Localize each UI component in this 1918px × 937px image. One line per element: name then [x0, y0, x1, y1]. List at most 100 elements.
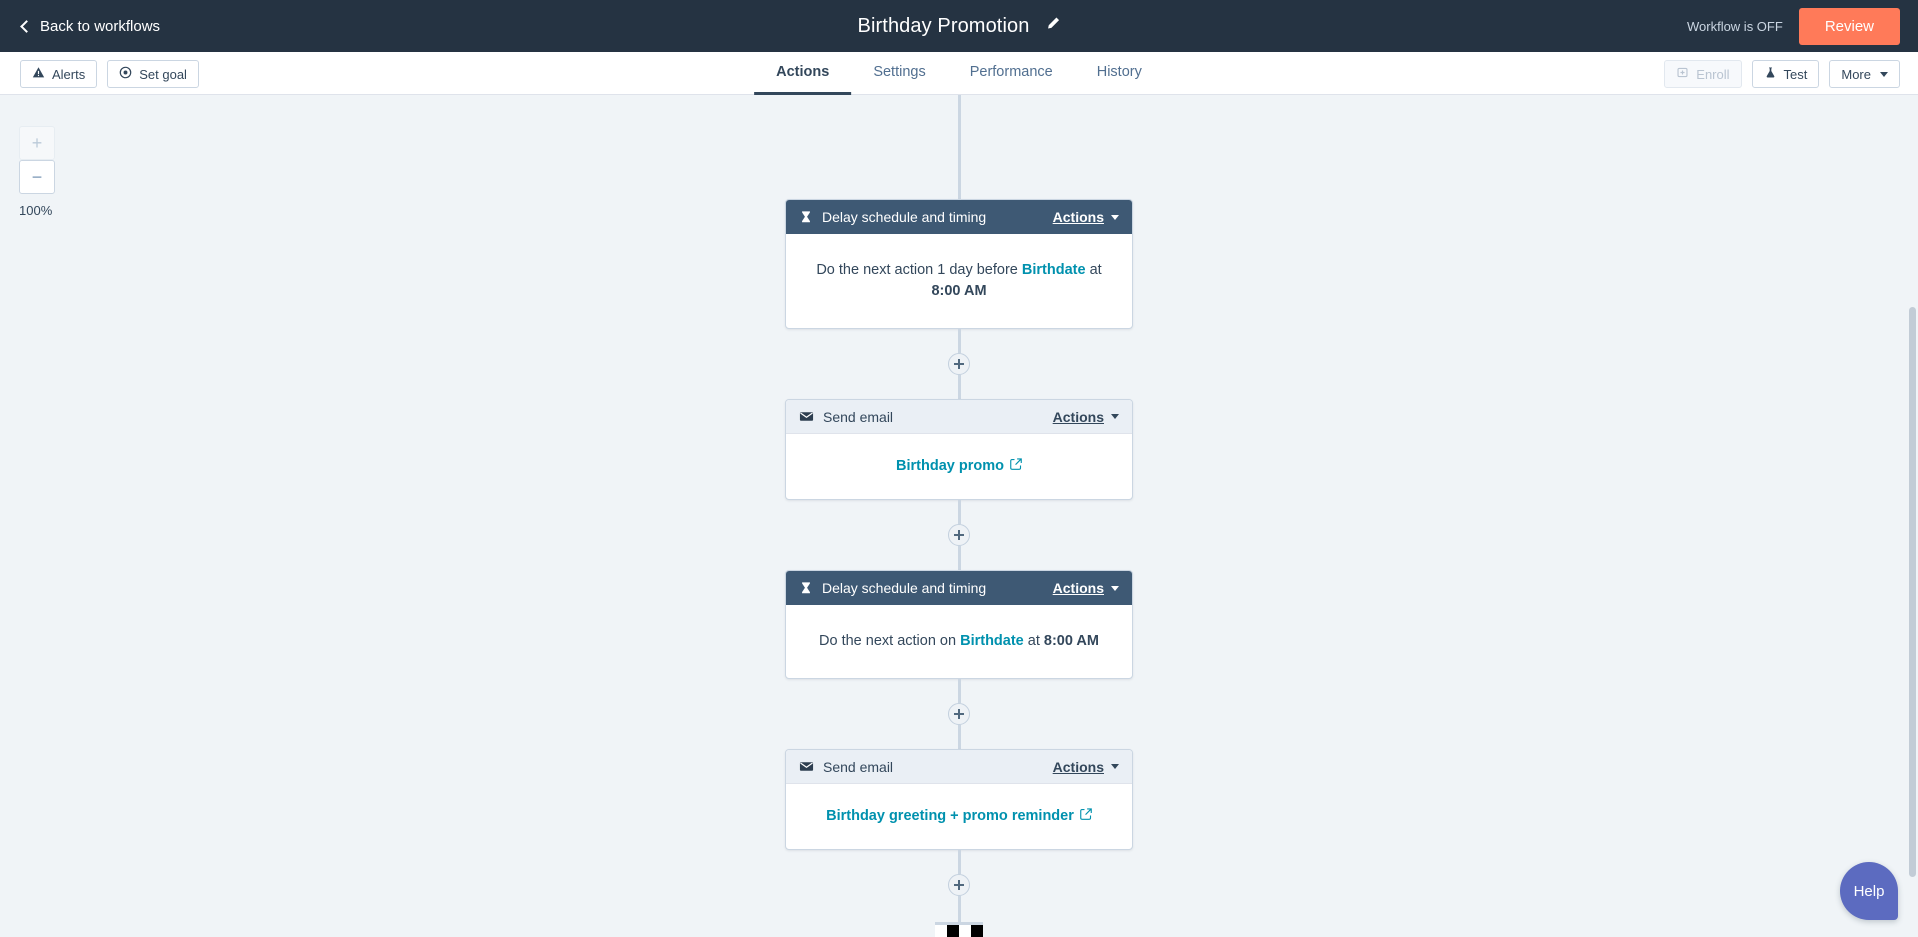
target-icon — [119, 66, 132, 82]
tab-actions[interactable]: Actions — [754, 52, 852, 95]
workflow-flow: Delay schedule and timing Actions Do the… — [783, 95, 1135, 937]
chevron-down-icon — [1880, 71, 1888, 77]
step-card-header: Delay schedule and timing Actions — [786, 200, 1132, 234]
hourglass-icon — [799, 581, 813, 595]
test-button[interactable]: Test — [1751, 60, 1820, 88]
workflow-step-card-email-2[interactable]: Send email Actions Birthday greeting + p… — [785, 749, 1133, 851]
enroll-button[interactable]: Enroll — [1664, 60, 1742, 88]
delay-property-token[interactable]: Birthdate — [1022, 262, 1086, 278]
delay-time-value: 8:00 AM — [931, 283, 987, 300]
email-asset-link[interactable]: Birthday promo — [896, 456, 1022, 477]
tab-performance[interactable]: Performance — [948, 52, 1075, 95]
pencil-icon[interactable] — [1045, 16, 1060, 36]
step-card-body: Birthday promo — [786, 434, 1132, 499]
envelope-icon — [799, 759, 814, 774]
back-to-workflows-link[interactable]: Back to workflows — [20, 17, 161, 35]
zoom-percent-label: 100% — [19, 203, 53, 218]
delay-text-prefix: Do the next action 1 day before — [816, 262, 1022, 278]
checkered-flag-icon — [935, 922, 983, 937]
warning-triangle-icon — [32, 66, 45, 82]
step-card-body: Birthday greeting + promo reminder — [786, 784, 1132, 849]
tab-history[interactable]: History — [1075, 52, 1164, 95]
step-actions-label: Actions — [1052, 408, 1104, 425]
workflow-step-card-delay-1[interactable]: Delay schedule and timing Actions Do the… — [785, 199, 1133, 330]
connector-line — [957, 546, 961, 571]
hourglass-icon — [799, 210, 813, 224]
connector-line — [957, 679, 961, 704]
more-button[interactable]: More — [1829, 60, 1900, 88]
zoom-in-button[interactable]: + — [19, 126, 55, 160]
add-step-button[interactable] — [948, 353, 970, 376]
set-goal-button[interactable]: Set goal — [107, 60, 199, 88]
step-actions-menu[interactable]: Actions — [1053, 409, 1119, 425]
step-card-header: Delay schedule and timing Actions — [786, 571, 1132, 606]
step-title: Send email — [823, 408, 894, 425]
zoom-out-button[interactable]: − — [19, 160, 55, 194]
delay-property-token[interactable]: Birthdate — [960, 633, 1024, 649]
flask-icon — [1764, 66, 1777, 82]
connector-line — [957, 329, 961, 354]
email-asset-link[interactable]: Birthday greeting + promo reminder — [826, 806, 1092, 827]
step-actions-menu[interactable]: Actions — [1053, 209, 1119, 225]
workflow-title-group: Birthday Promotion — [858, 15, 1061, 38]
zoom-controls: + − 100% — [19, 126, 55, 218]
chevron-left-icon — [20, 19, 33, 33]
connector-line — [957, 95, 961, 199]
external-link-icon — [1010, 456, 1022, 477]
tab-bar: Actions Settings Performance History — [754, 52, 1164, 95]
workflow-step-card-delay-2[interactable]: Delay schedule and timing Actions Do the… — [785, 570, 1133, 680]
external-link-icon — [1080, 806, 1092, 827]
review-button[interactable]: Review — [1798, 7, 1900, 45]
add-step-button[interactable] — [948, 524, 970, 547]
envelope-icon — [799, 409, 814, 424]
delay-text-middle: at — [1023, 633, 1044, 650]
step-actions-label: Actions — [1052, 209, 1104, 225]
workflow-status-text: Workflow is OFF — [1686, 18, 1783, 34]
delay-time-value: 8:00 AM — [1043, 633, 1099, 650]
chevron-down-icon — [1111, 214, 1119, 220]
delay-text-prefix: Do the next action on — [819, 633, 961, 650]
step-card-header: Send email Actions — [786, 750, 1132, 785]
canvas-scrollbar[interactable] — [1909, 307, 1916, 877]
step-actions-menu[interactable]: Actions — [1053, 580, 1119, 596]
email-asset-name: Birthday greeting + promo reminder — [826, 808, 1074, 825]
more-label: More — [1841, 66, 1871, 82]
connector-line — [957, 375, 961, 400]
enroll-icon — [1676, 66, 1689, 82]
chevron-down-icon — [1111, 764, 1119, 770]
step-card-body: Do the next action 1 day before Birthdat… — [786, 234, 1132, 328]
add-step-button[interactable] — [948, 703, 970, 726]
step-title: Delay schedule and timing — [822, 580, 987, 597]
step-actions-menu[interactable]: Actions — [1053, 759, 1119, 775]
add-step-button[interactable] — [948, 874, 970, 897]
help-button[interactable]: Help — [1840, 862, 1898, 920]
workflow-canvas[interactable]: + − 100% Delay schedule and timing Actio… — [0, 95, 1918, 937]
tab-settings[interactable]: Settings — [851, 52, 947, 95]
step-card-body: Do the next action on Birthdate at 8:00 … — [786, 605, 1132, 678]
header-right-group: Workflow is OFF Review — [1686, 7, 1900, 45]
step-card-header: Send email Actions — [786, 400, 1132, 435]
alerts-button[interactable]: Alerts — [20, 60, 98, 88]
workflow-step-card-email-1[interactable]: Send email Actions Birthday promo — [785, 399, 1133, 501]
secondary-toolbar: Alerts Set goal Actions Settings Perform… — [0, 52, 1918, 95]
chevron-down-icon — [1111, 414, 1119, 420]
enroll-label: Enroll — [1696, 66, 1730, 82]
step-actions-label: Actions — [1052, 580, 1104, 597]
step-title: Send email — [823, 758, 894, 775]
connector-line — [957, 896, 961, 923]
delay-text-middle: at — [1085, 262, 1102, 278]
set-goal-label: Set goal — [139, 66, 187, 82]
toolbar-left-group: Alerts Set goal — [20, 60, 199, 88]
back-to-workflows-label: Back to workflows — [40, 17, 161, 35]
app-header: Back to workflows Birthday Promotion Wor… — [0, 0, 1918, 52]
step-title: Delay schedule and timing — [822, 209, 987, 225]
connector-line — [957, 850, 961, 875]
connector-line — [957, 725, 961, 750]
toolbar-right-group: Enroll Test More — [1664, 60, 1900, 88]
step-actions-label: Actions — [1052, 758, 1104, 775]
page-title: Birthday Promotion — [857, 14, 1030, 37]
chevron-down-icon — [1111, 585, 1119, 591]
test-label: Test — [1783, 66, 1808, 82]
alerts-label: Alerts — [52, 66, 86, 82]
email-asset-name: Birthday promo — [896, 458, 1004, 475]
